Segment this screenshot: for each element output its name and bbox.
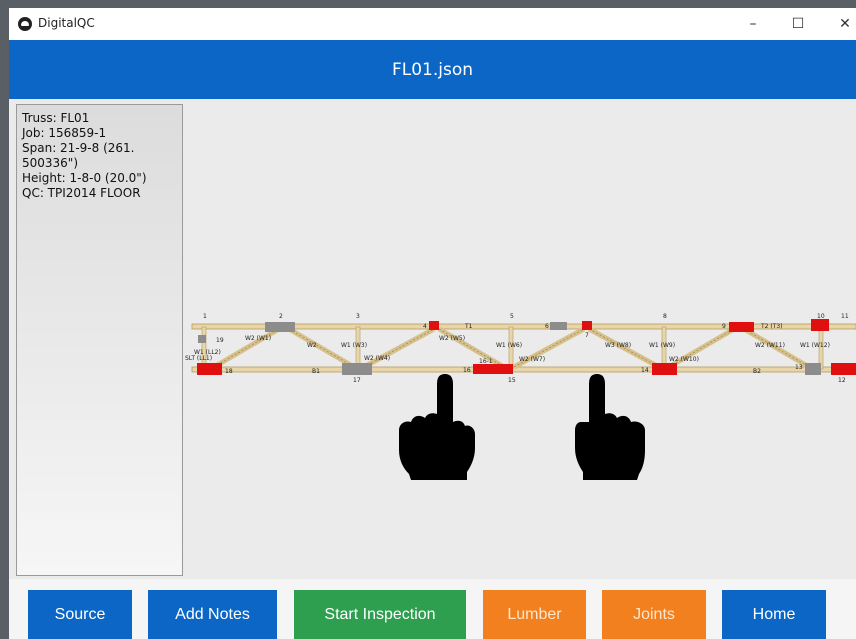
truss-diagram[interactable]: 1 2 3 4 5 6 7 8 9 10 11 18 17 16 15 14 1…	[9, 99, 856, 579]
joint-label: 13	[795, 364, 803, 371]
main-content: Truss: FL01 Job: 156859-1 Span: 21-9-8 (…	[9, 99, 856, 579]
plate-joint-10[interactable]	[811, 319, 829, 331]
joint-label: 4	[423, 323, 427, 330]
web-label: W3 (W8)	[605, 342, 631, 349]
joint-label: 18	[225, 368, 233, 375]
joint-label: 5	[510, 313, 514, 320]
web-label: W2 (W11)	[755, 342, 785, 349]
joint-label: 12	[838, 377, 846, 384]
web-label: W1 (W9)	[649, 342, 675, 349]
joint-label: 1	[203, 313, 207, 320]
close-icon[interactable]: ✕	[830, 13, 856, 35]
plate-joint-2[interactable]	[265, 322, 295, 332]
plate-joint-18[interactable]	[197, 363, 222, 375]
joint-label: 7	[585, 332, 589, 339]
plate-joint-19[interactable]	[198, 335, 206, 343]
joint-label: 3	[356, 313, 360, 320]
joint-label: 8	[663, 313, 667, 320]
joints-button[interactable]: Joints	[602, 590, 706, 639]
maximize-icon[interactable]: ☐	[783, 13, 813, 35]
web-label: W2 (W4)	[364, 355, 390, 362]
chord-label: B2	[753, 368, 761, 375]
lumber-button[interactable]: Lumber	[483, 590, 586, 639]
plate-joint-6[interactable]	[550, 322, 567, 330]
joint-label: 9	[722, 323, 726, 330]
header-bar: FL01.json	[9, 40, 856, 99]
side-label: SLT (LL1)	[185, 355, 212, 362]
web-label: W2	[307, 342, 317, 349]
web-label: W2 (W5)	[439, 335, 465, 342]
joint-label: 10	[817, 313, 825, 320]
source-button[interactable]: Source	[28, 590, 132, 639]
plate-joint-14[interactable]	[652, 363, 677, 375]
plate-joint-7[interactable]	[582, 321, 592, 330]
app-window: DigitalQC – ☐ ✕ FL01.json Truss: FL01 Jo…	[9, 8, 856, 639]
chord-label: T2 (T3)	[760, 323, 783, 330]
home-button[interactable]: Home	[722, 590, 826, 639]
chord-label: T1	[464, 323, 473, 330]
add-notes-button[interactable]: Add Notes	[148, 590, 277, 639]
title-bar: DigitalQC – ☐ ✕	[9, 8, 856, 40]
side-label: 16-1	[479, 358, 493, 365]
plate-joint-9[interactable]	[729, 322, 754, 332]
minimize-icon[interactable]: –	[738, 13, 768, 35]
joint-label: 15	[508, 377, 516, 384]
page-title: FL01.json	[391, 60, 474, 80]
web-label: W1 (W6)	[496, 342, 522, 349]
app-title: DigitalQC	[38, 16, 95, 30]
pointing-hand-icon	[399, 374, 475, 480]
app-logo-icon	[18, 17, 32, 31]
joint-label: 19	[216, 337, 224, 344]
web-label: W2 (W10)	[669, 356, 699, 363]
plate-joint-12[interactable]	[831, 363, 856, 375]
joint-label: 2	[279, 313, 283, 320]
plate-joint-4[interactable]	[429, 321, 439, 330]
web-label: W1 (W12)	[800, 342, 830, 349]
web-label: W1 (W3)	[341, 342, 367, 349]
web-label: W2 (W7)	[519, 356, 545, 363]
joint-label: 17	[353, 377, 361, 384]
web-vertical[interactable]	[201, 326, 207, 370]
plate-joint-13[interactable]	[805, 363, 821, 375]
joint-label: 6	[545, 323, 549, 330]
plate-joint-17[interactable]	[342, 363, 372, 375]
web-label: W2 (W1)	[245, 335, 271, 342]
footer-toolbar: Source Add Notes Start Inspection Lumber…	[9, 579, 856, 639]
plate-joint-16[interactable]	[473, 364, 513, 374]
joint-label: 11	[841, 313, 849, 320]
start-inspection-button[interactable]: Start Inspection	[294, 590, 466, 639]
chord-label: B1	[312, 368, 320, 375]
pointing-hand-icon	[575, 374, 645, 480]
